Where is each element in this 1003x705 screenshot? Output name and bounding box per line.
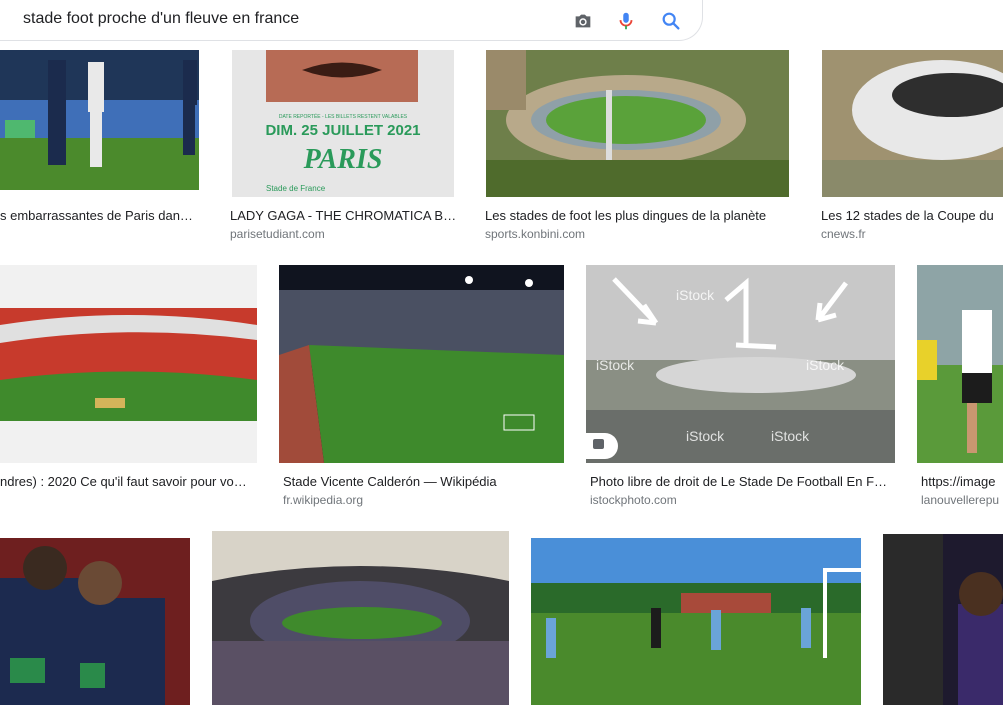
result-source[interactable]: lanouvellerepu — [921, 493, 1003, 507]
result-caption[interactable]: ndres) : 2020 Ce qu'il faut savoir pour … — [0, 474, 255, 489]
result-image-toulouse-stadium[interactable] — [212, 531, 509, 705]
result-image-stadium-construction[interactable] — [822, 50, 1003, 197]
result-source[interactable]: sports.konbini.com — [485, 227, 585, 241]
poster-venue: Stade de France — [266, 184, 326, 193]
result-caption[interactable]: LADY GAGA - THE CHROMATICA B… — [230, 208, 455, 223]
result-caption[interactable]: Stade Vicente Calderón — Wikipédia — [283, 474, 573, 489]
player-partial-photo — [883, 534, 1003, 705]
istock-watermark: iStock — [806, 357, 845, 373]
amateur-match-photo — [531, 538, 861, 705]
search-input[interactable]: stade foot proche d'un fleuve en france — [23, 10, 299, 28]
aerial-stadium-photo — [486, 50, 789, 197]
istock-watermark: iStock — [771, 428, 810, 444]
photo-icon — [593, 439, 604, 449]
amateur-football-photo — [917, 265, 1003, 463]
result-caption[interactable]: https://image — [921, 474, 1003, 489]
result-image-amateur-football[interactable] — [917, 265, 1003, 463]
istock-watermark: iStock — [596, 357, 635, 373]
result-image-psg-penalty[interactable] — [0, 50, 199, 190]
covered-stadium-photo — [212, 531, 509, 705]
construction-stadium-photo — [822, 50, 1003, 197]
result-source[interactable]: fr.wikipedia.org — [283, 493, 363, 507]
result-image-player-partial[interactable] — [883, 534, 1003, 705]
magnifier-icon[interactable] — [660, 10, 682, 32]
result-image-lady-gaga-poster[interactable]: DATE REPORTÉE - LES BILLETS RESTENT VALA… — [232, 50, 454, 197]
poster-subtitle: DATE REPORTÉE - LES BILLETS RESTENT VALA… — [278, 114, 408, 120]
result-caption[interactable]: Les 12 stades de la Coupe du — [821, 208, 1003, 223]
poster-city: PARIS — [303, 144, 383, 175]
result-source[interactable]: cnews.fr — [821, 227, 866, 241]
result-image-vicente-calderon[interactable] — [279, 265, 564, 463]
result-image-amateur-match[interactable] — [531, 538, 861, 705]
stadium-photo — [0, 50, 199, 190]
result-image-aerial-stadium[interactable] — [486, 50, 789, 197]
istock-watermark: iStock — [676, 287, 715, 303]
result-caption[interactable]: Photo libre de droit de Le Stade De Foot… — [590, 474, 890, 489]
result-image-istock-stadium[interactable]: iStock iStock iStock iStock iStock — [586, 265, 895, 463]
search-bar: stade foot proche d'un fleuve en france — [0, 0, 703, 41]
red-stadium-photo — [0, 265, 257, 463]
result-source[interactable]: parisetudiant.com — [230, 227, 325, 241]
microphone-icon[interactable] — [615, 10, 637, 32]
result-image-emirates-stadium[interactable] — [0, 265, 257, 463]
camera-icon[interactable] — [572, 10, 594, 32]
result-caption[interactable]: s embarrassantes de Paris dan… — [0, 208, 200, 223]
image-type-badge — [586, 433, 618, 459]
night-stadium-photo — [279, 265, 564, 463]
istock-watermark: iStock — [686, 428, 725, 444]
psg-players-photo — [0, 538, 190, 705]
result-image-psg-players[interactable] — [0, 538, 190, 705]
result-source[interactable]: istockphoto.com — [590, 493, 677, 507]
poster-date: DIM. 25 JUILLET 2021 — [265, 122, 421, 139]
result-caption[interactable]: Les stades de foot les plus dingues de l… — [485, 208, 790, 223]
